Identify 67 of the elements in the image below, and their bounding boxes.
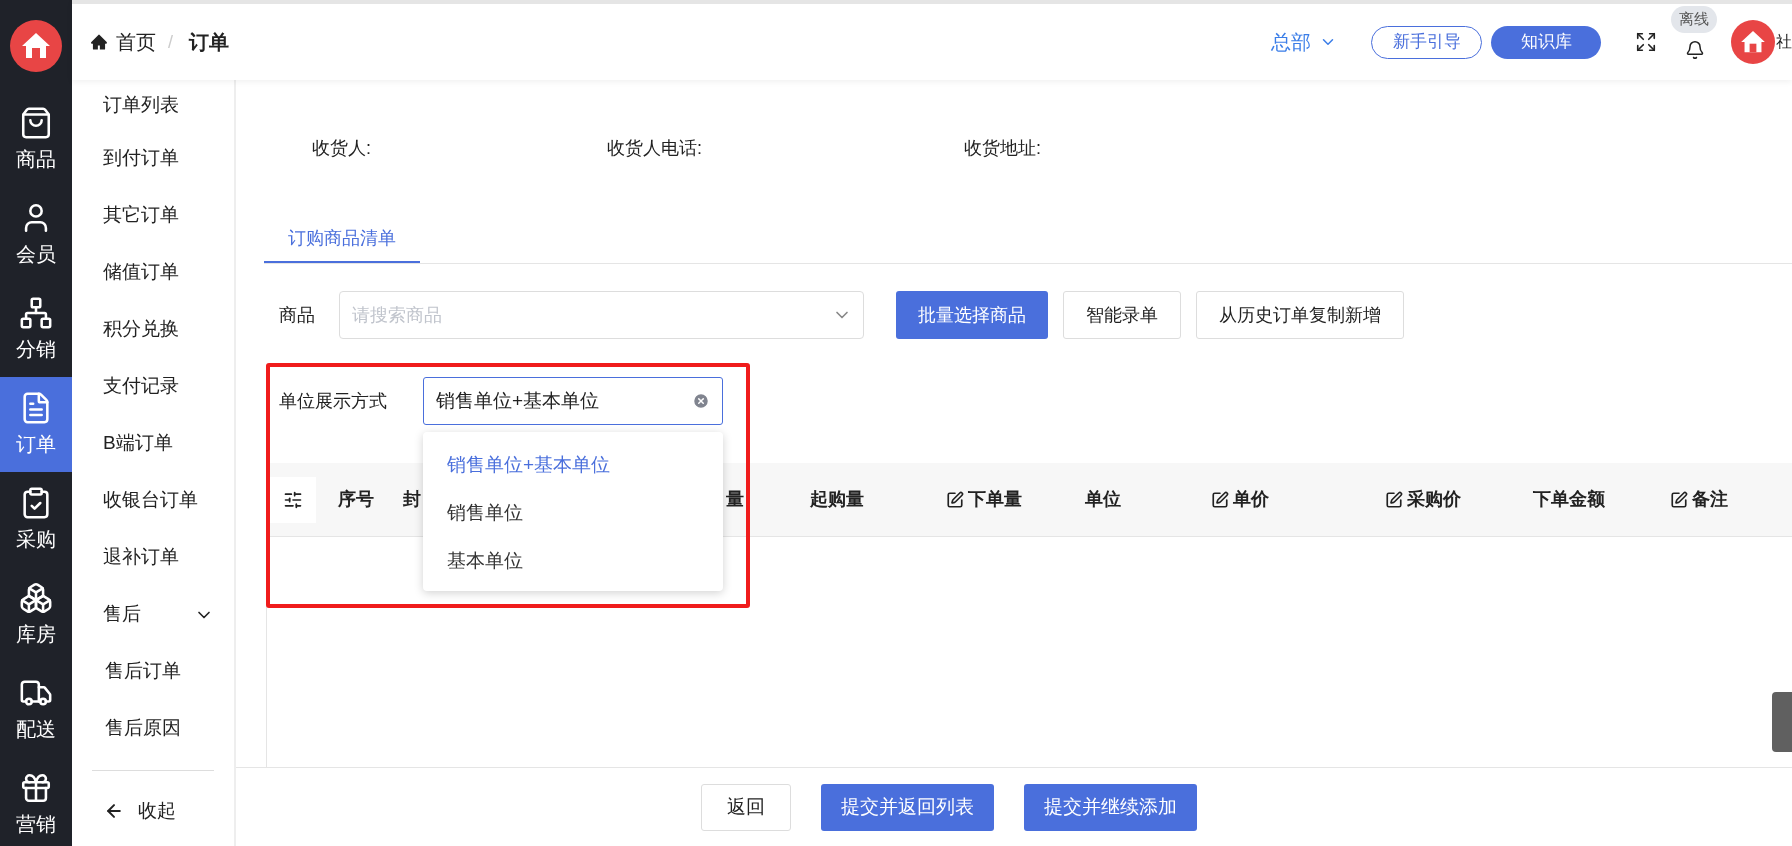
collapse-button[interactable]: 收起 <box>104 797 234 826</box>
rail-item[interactable]: 营销 <box>0 757 72 846</box>
submenu-item[interactable]: 订单列表 <box>72 80 234 130</box>
submenu-item[interactable]: 其它订单 <box>72 187 234 244</box>
rail-item[interactable]: 分销 <box>0 282 72 377</box>
product-search-field[interactable]: 请搜索商品 <box>339 291 864 339</box>
knowledge-base-button[interactable]: 知识库 <box>1491 25 1601 59</box>
footer-button[interactable]: 提交并返回列表 <box>821 783 994 831</box>
boxes-icon <box>19 580 53 615</box>
dropdown-option[interactable]: 基本单位 <box>423 537 723 585</box>
clear-icon[interactable] <box>692 392 710 410</box>
breadcrumb-item: / <box>168 30 173 54</box>
column-header: 下单量 <box>968 488 1022 511</box>
home-icon <box>90 33 108 51</box>
submenu-item[interactable]: 储值订单 <box>72 244 234 301</box>
submenu-item[interactable]: 售后订单 <box>72 643 234 700</box>
action-button[interactable]: 批量选择商品 <box>896 291 1048 339</box>
breadcrumb-item: 订单 <box>189 30 229 55</box>
dropdown-option[interactable]: 销售单位+基本单位 <box>423 441 723 489</box>
rail-item[interactable]: 采购 <box>0 472 72 567</box>
footer-button[interactable]: 返回 <box>701 783 791 831</box>
action-button[interactable]: 从历史订单复制新增 <box>1196 291 1404 339</box>
submenu-item[interactable]: 售后 <box>72 586 234 643</box>
column-header: 采购价 <box>1407 488 1461 511</box>
field-label: 收货人: <box>312 136 372 160</box>
user-avatar <box>1731 20 1775 64</box>
submenu-item[interactable]: 退补订单 <box>72 529 234 586</box>
field-label: 收货地址: <box>964 136 1041 160</box>
rail-item[interactable]: 配送 <box>0 662 72 757</box>
rail-item[interactable]: 会员 <box>0 187 72 282</box>
submenu-item[interactable]: 到付订单 <box>72 130 234 187</box>
column-header: 量 <box>726 488 744 511</box>
field-label: 单位展示方式 <box>279 389 388 413</box>
column-header: 单价 <box>1233 488 1269 511</box>
submenu-item[interactable]: 收银台订单 <box>72 472 234 529</box>
rail-item[interactable]: 订单 <box>0 377 72 472</box>
column-header: 单位 <box>1085 488 1121 511</box>
bell-icon[interactable] <box>1685 40 1705 60</box>
submenu-item[interactable]: 支付记录 <box>72 358 234 415</box>
column-header: 备注 <box>1692 488 1728 511</box>
unit-display-select[interactable]: 销售单位+基本单位 <box>423 377 723 425</box>
field-label: 收货人电话: <box>607 136 703 160</box>
scrollbar-thumb[interactable] <box>1772 692 1792 752</box>
sliders-icon <box>283 489 303 510</box>
column-header: 序号 <box>338 488 374 511</box>
rail-item[interactable]: 库房 <box>0 567 72 662</box>
submenu-item[interactable]: 积分兑换 <box>72 301 234 358</box>
submenu-item[interactable]: B端订单 <box>72 415 234 472</box>
column-header: 封 <box>403 488 421 511</box>
fullscreen-icon[interactable] <box>1635 31 1657 53</box>
hierarchy-icon <box>19 295 53 330</box>
footer-button[interactable]: 提交并继续添加 <box>1024 783 1197 831</box>
column-settings-button[interactable] <box>270 476 316 523</box>
column-header: 起购量 <box>810 488 864 511</box>
column-header: 下单金额 <box>1533 488 1605 511</box>
status-badge: 离线 <box>1671 6 1717 33</box>
user-name: 社 <box>1776 32 1792 52</box>
logo <box>10 20 62 72</box>
field-label: 商品 <box>279 303 316 327</box>
breadcrumb-item[interactable]: 首页 <box>116 27 156 57</box>
rail-item[interactable]: 商品 <box>0 92 72 187</box>
dropdown-option[interactable]: 销售单位 <box>423 489 723 537</box>
tab[interactable]: 订购商品清单 <box>264 216 420 263</box>
submenu-item[interactable]: 售后原因 <box>72 700 234 757</box>
action-button[interactable]: 智能录单 <box>1063 291 1181 339</box>
org-selector[interactable]: 总部 <box>1271 27 1337 57</box>
bag-icon <box>19 105 53 140</box>
